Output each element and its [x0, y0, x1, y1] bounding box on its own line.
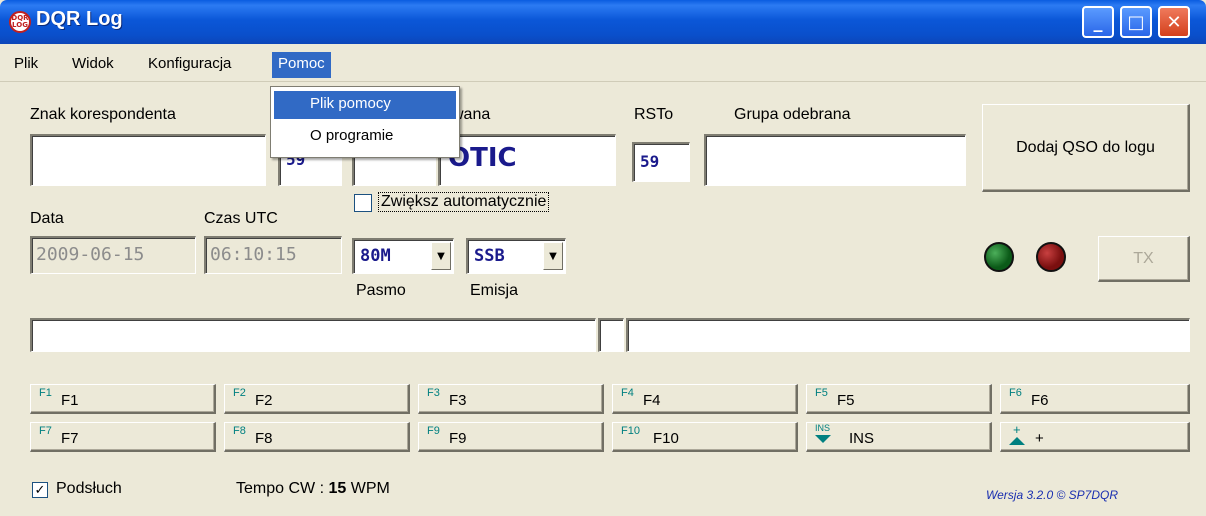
maximize-button[interactable]: □	[1120, 6, 1152, 38]
fkey-ins-hint: INS	[815, 423, 831, 433]
received-group-input[interactable]	[704, 134, 966, 186]
fkey-f4-label: F4	[643, 392, 661, 409]
mode-value: SSB	[474, 246, 505, 266]
mode-label: Emisja	[470, 282, 519, 299]
message-field-left[interactable]	[30, 318, 596, 352]
fkey-f7-hint: F7	[39, 425, 52, 437]
fkey-ins-button[interactable]: INS INS	[806, 422, 992, 452]
date-label: Data	[30, 210, 64, 227]
fkey-f8-button[interactable]: F8 F8	[224, 422, 410, 452]
rsto-input[interactable]: 59	[632, 142, 690, 182]
red-led-indicator	[1036, 242, 1066, 272]
callsign-input[interactable]	[30, 134, 266, 186]
cw-speed-readout: Tempo CW : 15 WPM	[236, 480, 390, 498]
close-icon: ✕	[1166, 11, 1182, 33]
chevron-down-icon[interactable]: ▼	[431, 242, 451, 270]
cw-speed-value: 15	[328, 480, 347, 497]
fkey-f3-label: F3	[449, 392, 467, 409]
fkey-f3-button[interactable]: F3 F3	[418, 384, 604, 414]
monitor-checkbox[interactable]: ✓	[32, 482, 48, 498]
fkey-f9-label: F9	[449, 430, 467, 447]
fkey-f2-hint: F2	[233, 387, 246, 399]
title-bar[interactable]: DQR LOG DQR Log _ □ ✕	[0, 0, 1206, 44]
arrow-up-icon	[1009, 437, 1025, 445]
message-field-middle[interactable]	[598, 318, 624, 352]
fkey-f8-hint: F8	[233, 425, 246, 437]
menu-pomoc[interactable]: Pomoc	[272, 52, 331, 78]
time-label: Czas UTC	[204, 210, 278, 227]
rsto-label: RSTo	[634, 106, 674, 123]
chevron-down-icon[interactable]: ▼	[543, 242, 563, 270]
fkey-f4-hint: F4	[621, 387, 634, 399]
maximize-icon: □	[1127, 11, 1145, 33]
date-input[interactable]: 2009-06-15	[30, 236, 196, 274]
fkey-f7-button[interactable]: F7 F7	[30, 422, 216, 452]
cw-speed-unit: WPM	[346, 480, 390, 497]
auto-increment-checkbox[interactable]	[354, 194, 372, 212]
fkey-f9-button[interactable]: F9 F9	[418, 422, 604, 452]
sent-group-input[interactable]: OTIC	[438, 134, 616, 186]
menu-plik[interactable]: Plik	[8, 52, 44, 78]
message-field-right[interactable]	[626, 318, 1190, 352]
fkey-f5-label: F5	[837, 392, 855, 409]
help-dropdown-menu: Plik pomocy O programie	[270, 86, 460, 158]
fkey-f7-label: F7	[61, 430, 79, 447]
fkey-plus-label: +	[1035, 430, 1044, 447]
time-input[interactable]: 06:10:15	[204, 236, 342, 274]
menu-item-about[interactable]: O programie	[274, 123, 456, 151]
arrow-down-icon	[815, 435, 831, 443]
band-label: Pasmo	[356, 282, 406, 299]
window-title: DQR Log	[36, 8, 123, 30]
fkey-f4-button[interactable]: F4 F4	[612, 384, 798, 414]
minimize-icon: _	[1093, 11, 1103, 33]
fkey-f10-label: F10	[653, 430, 679, 447]
monitor-label: Podsłuch	[56, 480, 122, 497]
received-group-label: Grupa odebrana	[734, 106, 851, 123]
menu-konfiguracja[interactable]: Konfiguracja	[142, 52, 237, 78]
green-led-indicator	[984, 242, 1014, 272]
fkey-f1-hint: F1	[39, 387, 52, 399]
auto-increment-label: Zwiększ automatycznie	[378, 192, 550, 212]
fkey-f2-label: F2	[255, 392, 273, 409]
cw-speed-prefix: Tempo CW :	[236, 480, 329, 497]
fkey-f6-label: F6	[1031, 392, 1049, 409]
minimize-button[interactable]: _	[1082, 6, 1114, 38]
fkey-f8-label: F8	[255, 430, 273, 447]
menu-item-help-file[interactable]: Plik pomocy	[274, 91, 456, 119]
fkey-f5-button[interactable]: F5 F5	[806, 384, 992, 414]
fkey-plus-hint: +	[1013, 422, 1021, 437]
callsign-label: Znak korespondenta	[30, 106, 176, 123]
fkey-f9-hint: F9	[427, 425, 440, 437]
app-logo-icon: DQR LOG	[9, 11, 31, 33]
fkey-f10-button[interactable]: F10 F10	[612, 422, 798, 452]
menu-widok[interactable]: Widok	[66, 52, 120, 78]
menu-bar: Plik Widok Konfiguracja Pomoc	[0, 48, 1206, 82]
close-button[interactable]: ✕	[1158, 6, 1190, 38]
fkey-f6-hint: F6	[1009, 387, 1022, 399]
mode-select[interactable]: SSB ▼	[466, 238, 566, 274]
fkey-ins-label: INS	[849, 430, 875, 447]
fkey-f2-button[interactable]: F2 F2	[224, 384, 410, 414]
fkey-f3-hint: F3	[427, 387, 440, 399]
fkey-f6-button[interactable]: F6 F6	[1000, 384, 1190, 414]
fkey-plus-button[interactable]: + +	[1000, 422, 1190, 452]
fkey-f5-hint: F5	[815, 387, 828, 399]
fkey-f10-hint: F10	[621, 425, 640, 437]
add-qso-button[interactable]: Dodaj QSO do logu	[982, 104, 1190, 192]
band-select[interactable]: 80M ▼	[352, 238, 454, 274]
tx-button[interactable]: TX	[1098, 236, 1190, 282]
fkey-f1-button[interactable]: F1 F1	[30, 384, 216, 414]
fkey-f1-label: F1	[61, 392, 79, 409]
band-value: 80M	[360, 246, 391, 266]
version-label: Wersja 3.2.0 © SP7DQR	[986, 488, 1118, 502]
